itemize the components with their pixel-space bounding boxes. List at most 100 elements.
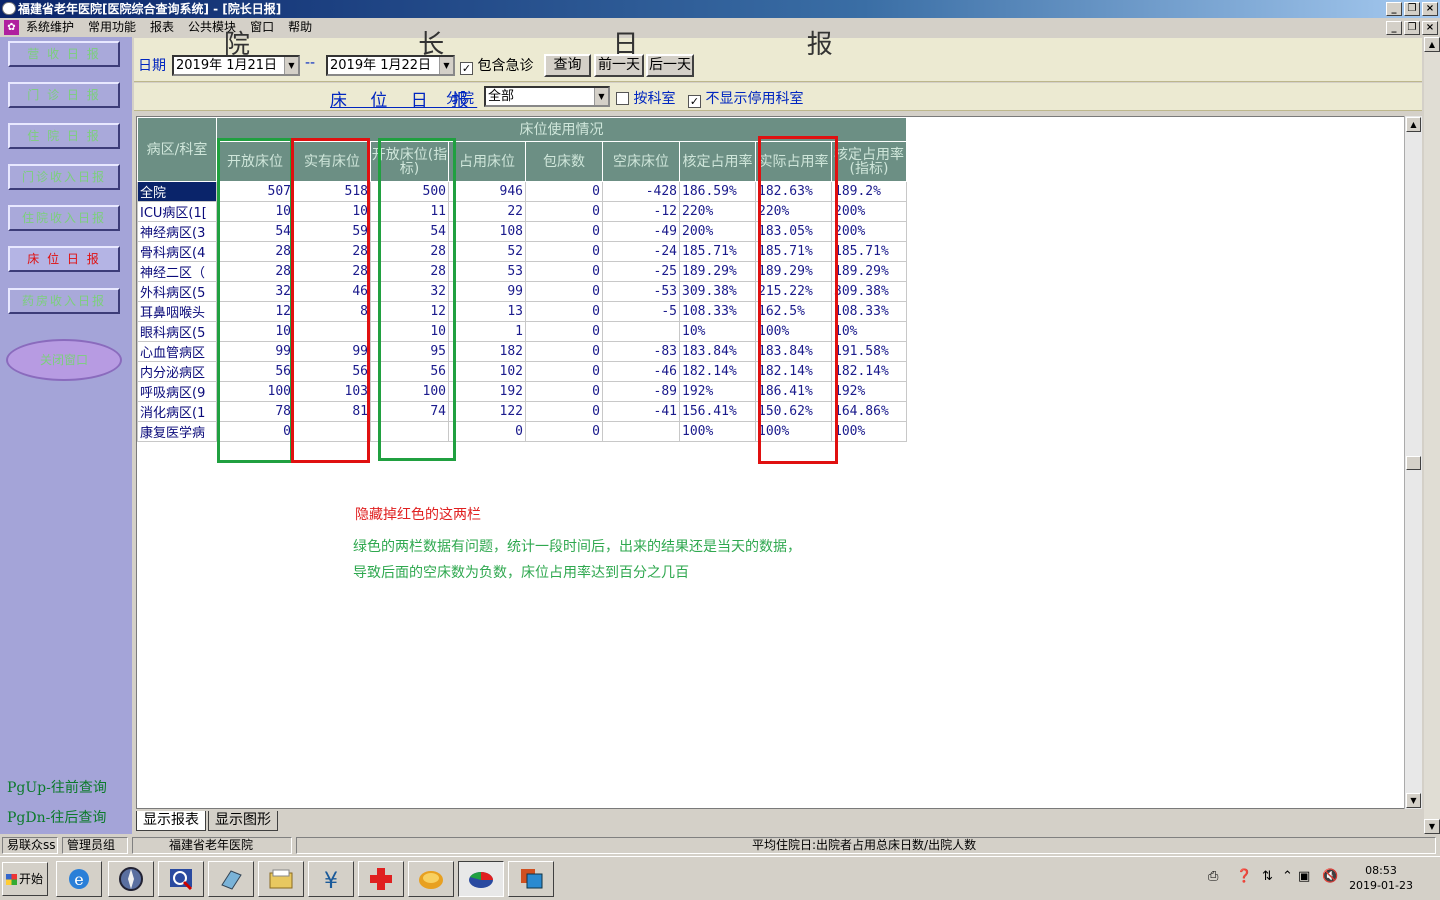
table-cell[interactable]: 99 (448, 281, 526, 302)
clock[interactable]: 08:53 2019-01-23 (1349, 863, 1413, 893)
table-cell[interactable]: -41 (602, 401, 680, 422)
grid-scrollbar[interactable]: ▲ ▼ (1404, 116, 1422, 809)
table-cell[interactable]: -89 (602, 381, 680, 402)
table-cell[interactable]: 10 (216, 321, 294, 342)
table-cell[interactable]: -25 (602, 261, 680, 282)
next-day-button[interactable]: 后一天 (646, 54, 694, 77)
table-cell[interactable]: 28 (293, 261, 371, 282)
scroll-down-icon[interactable]: ▼ (1406, 793, 1421, 808)
table-cell[interactable]: 13 (448, 301, 526, 322)
table-cell[interactable]: 103 (293, 381, 371, 402)
ward-name-cell[interactable]: 神经病区(3 (137, 221, 217, 242)
table-cell[interactable]: 946 (448, 181, 526, 202)
table-cell[interactable]: 0 (525, 221, 603, 242)
table-cell[interactable]: 0 (525, 281, 603, 302)
table-cell[interactable]: 186.41% (755, 381, 832, 402)
table-cell[interactable]: 186.59% (679, 181, 756, 202)
help-icon[interactable]: ❓ (1236, 869, 1252, 884)
table-row[interactable]: 神经二区（ 28 28 28 53 0 -25 189.29% 189.29% 189.29% (137, 261, 907, 282)
table-cell[interactable]: 52 (448, 241, 526, 262)
table-cell[interactable] (602, 321, 680, 342)
query-button[interactable]: 查询 (544, 54, 591, 77)
sidebar-item-outpatient[interactable]: 门 诊 日 报 (8, 82, 120, 108)
table-cell[interactable]: -49 (602, 221, 680, 242)
table-cell[interactable]: 185.71% (679, 241, 756, 262)
table-cell[interactable]: 220% (679, 201, 756, 222)
table-cell[interactable]: 99 (216, 341, 294, 362)
table-row[interactable]: 康复医学病 0 0 0 100% 100% 100% (137, 421, 907, 442)
printer-icon[interactable]: ⎙ (1208, 869, 1218, 884)
table-cell[interactable]: 10 (216, 201, 294, 222)
table-cell[interactable]: 189.29% (755, 261, 832, 282)
table-cell[interactable]: 102 (448, 361, 526, 382)
volume-muted-icon[interactable]: 🔇 (1322, 869, 1338, 884)
table-cell[interactable]: 192% (679, 381, 756, 402)
sidebar-item-pharmacy-income[interactable]: 药房收入日报 (8, 288, 120, 314)
report-grid[interactable]: 病区/科室 床位使用情况 开放床位 实有床位 开放床位(指标) 占用床位 包床数… (136, 116, 1418, 809)
col-occupied-beds[interactable]: 占用床位 (448, 141, 526, 182)
table-cell[interactable]: 0 (525, 341, 603, 362)
window-scrollbar[interactable]: ▲ ▼ (1424, 37, 1440, 834)
ward-name-cell[interactable]: 心血管病区 (137, 341, 217, 362)
table-cell[interactable]: 100 (216, 381, 294, 402)
table-cell[interactable]: 46 (293, 281, 371, 302)
table-cell[interactable]: 164.86% (831, 401, 907, 422)
table-cell[interactable]: 100% (755, 321, 832, 342)
taskbar-folder-icon[interactable] (258, 861, 304, 897)
mdi-child-icon[interactable]: ✿ (4, 20, 19, 35)
table-cell[interactable]: 99 (293, 341, 371, 362)
menu-system[interactable]: 系统维护 (26, 18, 74, 37)
table-cell[interactable]: 309.38% (679, 281, 756, 302)
table-row[interactable]: 心血管病区 99 99 95 182 0 -83 183.84% 183.84% 191.58% (137, 341, 907, 362)
checkbox-checked-icon[interactable]: ✓ (460, 62, 473, 75)
menu-reports[interactable]: 报表 (150, 18, 174, 37)
include-emergency-checkbox[interactable]: ✓ 包含急诊 (460, 55, 533, 75)
taskbar-ie-icon[interactable]: e (56, 861, 102, 897)
col-empty-beds[interactable]: 空床床位 (602, 141, 680, 182)
start-button[interactable]: 开始 (2, 862, 48, 896)
taskbar-yuan-icon[interactable]: ¥ (308, 861, 354, 897)
table-cell[interactable]: 185.71% (755, 241, 832, 262)
minimize-button[interactable]: _ (1386, 2, 1402, 16)
table-cell[interactable]: 150.62% (755, 401, 832, 422)
menu-common[interactable]: 常用功能 (88, 18, 136, 37)
sidebar-item-revenue[interactable]: 营 收 日 报 (8, 41, 120, 67)
prev-day-button[interactable]: 前一天 (594, 54, 644, 77)
table-cell[interactable]: 10% (831, 321, 907, 342)
table-row[interactable]: 神经病区(3 54 59 54 108 0 -49 200% 183.05% 200% (137, 221, 907, 242)
date-from-picker[interactable]: 2019年 1月21日 ▼ (172, 55, 300, 76)
table-cell[interactable] (370, 421, 449, 442)
table-row[interactable]: 骨科病区(4 28 28 28 52 0 -24 185.71% 185.71% 185.71% (137, 241, 907, 262)
table-cell[interactable]: 81 (293, 401, 371, 422)
table-cell[interactable]: 189.2% (831, 181, 907, 202)
ward-name-cell[interactable]: 眼科病区(5 (137, 321, 217, 342)
table-cell[interactable]: 95 (370, 341, 449, 362)
table-cell[interactable]: 191.58% (831, 341, 907, 362)
col-actual-rate[interactable]: 实际占用率 (755, 141, 832, 182)
hide-disabled-checkbox[interactable]: ✓ 不显示停用科室 (688, 88, 803, 108)
ward-name-cell[interactable]: 内分泌病区 (137, 361, 217, 382)
mdi-close-button[interactable]: × (1422, 21, 1438, 35)
table-cell[interactable]: 518 (293, 181, 371, 202)
table-cell[interactable]: 10 (370, 321, 449, 342)
col-approved-rate-target[interactable]: 核定占用率(指标) (831, 141, 907, 182)
table-cell[interactable]: 22 (448, 201, 526, 222)
table-cell[interactable]: 183.84% (679, 341, 756, 362)
ward-name-cell[interactable]: 骨科病区(4 (137, 241, 217, 262)
table-cell[interactable]: 156.41% (679, 401, 756, 422)
taskbar-monitor-icon[interactable] (508, 861, 554, 897)
table-cell[interactable]: 189.29% (831, 261, 907, 282)
ward-name-cell[interactable]: 消化病区(1 (137, 401, 217, 422)
table-cell[interactable]: 200% (831, 221, 907, 242)
table-cell[interactable]: 0 (525, 421, 603, 442)
table-cell[interactable]: 78 (216, 401, 294, 422)
date-to-picker[interactable]: 2019年 1月22日 ▼ (326, 55, 455, 76)
table-cell[interactable]: 0 (525, 401, 603, 422)
table-cell[interactable]: 1 (448, 321, 526, 342)
table-cell[interactable]: 53 (448, 261, 526, 282)
table-cell[interactable]: 28 (216, 261, 294, 282)
table-cell[interactable]: 10 (293, 201, 371, 222)
table-cell[interactable]: 0 (525, 321, 603, 342)
table-row[interactable]: 眼科病区(5 10 10 1 0 10% 100% 10% (137, 321, 907, 342)
table-cell[interactable]: 56 (370, 361, 449, 382)
